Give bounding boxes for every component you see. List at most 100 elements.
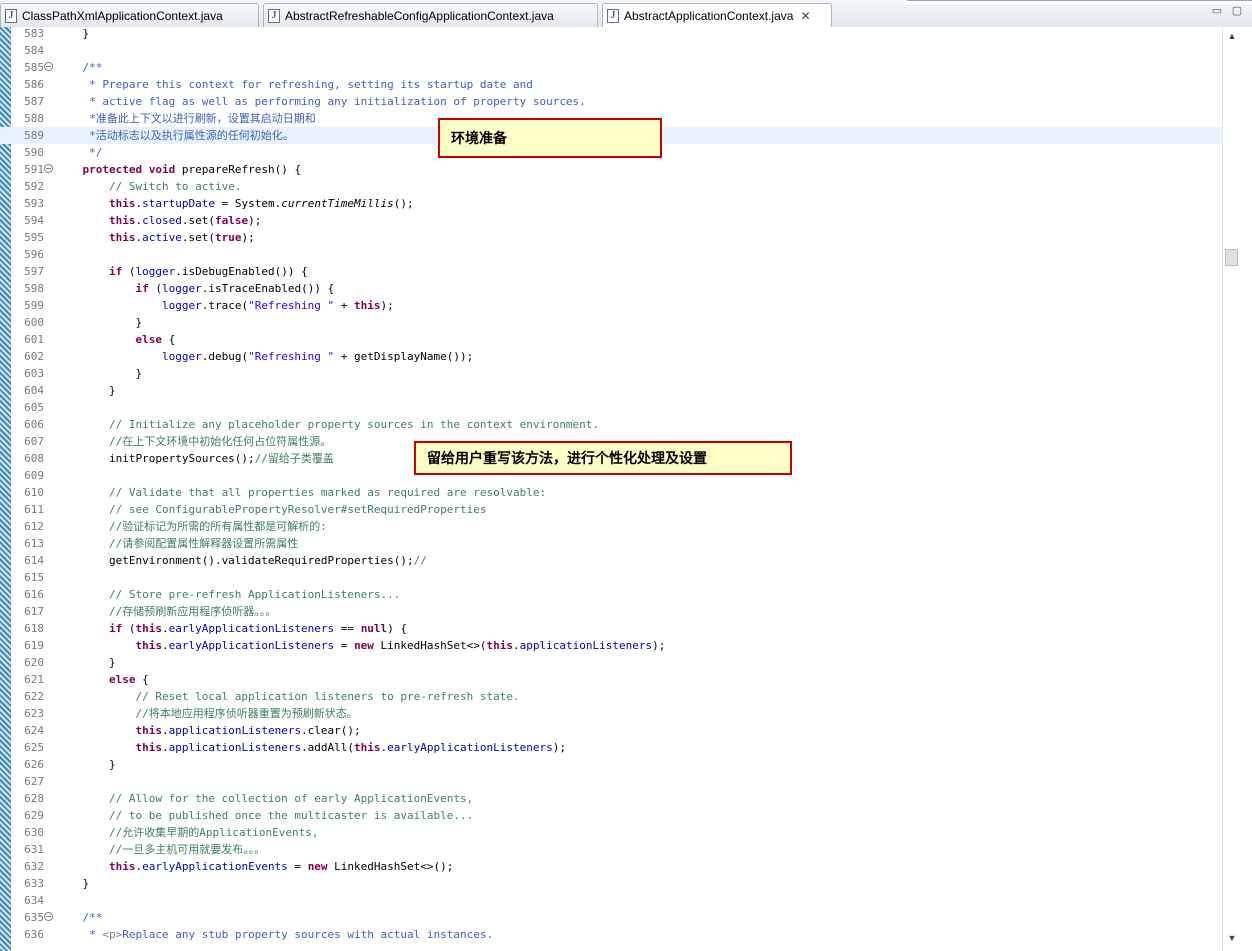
tab-abstractrefreshableconfigapplicationcontext[interactable]: J AbstractRefreshableConfigApplicationCo… <box>263 3 598 27</box>
tab-abstractapplicationcontext[interactable]: J AbstractApplicationContext.java ✕ <box>602 3 832 28</box>
code-text: getEnvironment().validateRequiredPropert… <box>56 552 427 569</box>
scroll-down-icon[interactable]: ▼ <box>1227 933 1237 943</box>
scroll-up-icon[interactable]: ▲ <box>1227 31 1237 41</box>
code-text: //允许收集早期的ApplicationEvents, <box>56 824 318 841</box>
code-token: .addAll( <box>301 741 355 754</box>
code-line: 593 this.startupDate = System.currentTim… <box>0 195 1222 212</box>
code-text: */ <box>56 144 102 161</box>
line-number: 613 <box>24 537 44 550</box>
code-text: this.applicationListeners.addAll(this.ea… <box>56 739 566 756</box>
maximize-icon[interactable]: ▢ <box>1231 6 1243 17</box>
fold-toggle-icon[interactable] <box>44 62 53 71</box>
code-text: } <box>56 654 116 671</box>
code-token: //允许收集早期的ApplicationEvents, <box>56 826 319 839</box>
code-token: // Initialize any placeholder property s… <box>56 418 600 431</box>
java-file-icon: J <box>268 8 280 23</box>
code-line: 592 // Switch to active. <box>0 178 1222 195</box>
line-number: 604 <box>24 384 44 397</box>
code-line: 601 else { <box>0 331 1222 348</box>
tab-classpathxmlapplicationcontext[interactable]: J ClassPathXmlApplicationContext.java <box>0 3 259 27</box>
code-text: logger.debug("Refreshing " + getDisplayN… <box>56 348 473 365</box>
code-line: 626 } <box>0 756 1222 773</box>
code-text: // see ConfigurablePropertyResolver#setR… <box>56 501 487 518</box>
fold-toggle-icon[interactable] <box>44 912 53 921</box>
code-token: } <box>56 758 116 771</box>
code-editor[interactable]: 583 } 584 585 /** 586 * Prepare this contex… <box>0 27 1222 951</box>
code-token: startupDate <box>142 197 215 210</box>
close-tab-icon[interactable]: ✕ <box>800 9 810 23</box>
code-token: } <box>56 27 90 40</box>
code-line: 631 //一旦多主机可用就要发布。。。 <box>0 841 1222 858</box>
code-token: ); <box>241 231 255 244</box>
line-number: 584 <box>24 44 44 57</box>
code-token: //一旦多主机可用就要发布。。。 <box>56 843 266 856</box>
code-line: 613 //请参阅配置属性解释器设置所需属性 <box>0 535 1222 552</box>
code-text: logger.trace("Refreshing " + this); <box>56 297 394 314</box>
code-token: <p> <box>102 928 123 941</box>
callout-environment-prepare: 环境准备 <box>438 118 662 158</box>
line-number: 595 <box>24 231 44 244</box>
code-line: 635 /** <box>0 909 1222 926</box>
code-token: ( <box>122 622 136 635</box>
code-text: //将本地应用程序侦听器重置为预刷新状态。 <box>56 705 358 722</box>
code-line: 630 //允许收集早期的ApplicationEvents, <box>0 824 1222 841</box>
code-token: // to be published once the multicaster … <box>56 809 474 822</box>
scrollbar-thumb[interactable] <box>1225 249 1238 266</box>
code-token: if <box>108 265 123 278</box>
code-token: = System. <box>214 197 282 210</box>
code-text: // Allow for the collection of early App… <box>56 790 473 807</box>
code-token: this <box>135 622 162 635</box>
code-token: .isTraceEnabled()) { <box>201 282 335 295</box>
code-line: 594 this.closed.set(false); <box>0 212 1222 229</box>
line-number: 619 <box>24 639 44 652</box>
line-number: 630 <box>24 826 44 839</box>
line-number: 592 <box>24 180 44 193</box>
code-text: //存储预刷新应用程序侦听器。。。 <box>56 603 276 620</box>
code-token: if <box>135 282 149 295</box>
code-line: 632 this.earlyApplicationEvents = new Li… <box>0 858 1222 875</box>
code-token: else <box>135 333 162 346</box>
code-token: = <box>334 639 355 652</box>
callout-user-override: 留给用户重写该方法，进行个性化处理及设置 <box>414 441 792 475</box>
code-text: // Store pre-refresh ApplicationListener… <box>56 586 400 603</box>
tab-label: AbstractRefreshableConfigApplicationCont… <box>285 8 554 23</box>
line-number: 612 <box>24 520 44 533</box>
code-line: 599 logger.trace("Refreshing " + this); <box>0 297 1222 314</box>
code-token: ); <box>248 214 262 227</box>
code-line: 618 if (this.earlyApplicationListeners =… <box>0 620 1222 637</box>
code-token: .clear(); <box>301 724 361 737</box>
line-number: 620 <box>24 656 44 669</box>
code-text: this.applicationListeners.clear(); <box>56 722 361 739</box>
code-line: 636 * <p>Replace any stub property sourc… <box>0 926 1222 943</box>
code-token: applicationListeners <box>519 639 653 652</box>
line-number: 586 <box>24 78 44 91</box>
code-token: //将本地应用程序侦听器重置为预刷新状态。 <box>56 707 358 720</box>
code-token: //验证标记为所需的所有属性都是可解析的: <box>56 520 327 533</box>
code-token: closed <box>142 214 182 227</box>
code-token: /** <box>56 911 103 924</box>
code-token: .debug( <box>201 350 249 363</box>
line-number: 600 <box>24 316 44 329</box>
code-token: } <box>56 877 90 890</box>
code-token: } <box>56 367 143 380</box>
line-number: 599 <box>24 299 44 312</box>
line-number: 590 <box>24 146 44 159</box>
minimize-icon[interactable]: ▭ <box>1211 6 1223 17</box>
code-text: // Validate that all properties marked a… <box>56 484 546 501</box>
vertical-scrollbar[interactable]: ▲ ▼ <box>1222 27 1252 951</box>
code-token: prepareRefresh() { <box>175 163 302 176</box>
code-token: { <box>161 333 176 346</box>
line-number: 616 <box>24 588 44 601</box>
code-text: /** <box>56 909 102 926</box>
tab-label: ClassPathXmlApplicationContext.java <box>22 8 223 23</box>
fold-toggle-icon[interactable] <box>44 164 53 173</box>
code-token: this <box>108 214 136 227</box>
code-line: 624 this.applicationListeners.clear(); <box>0 722 1222 739</box>
code-token: this <box>135 741 162 754</box>
